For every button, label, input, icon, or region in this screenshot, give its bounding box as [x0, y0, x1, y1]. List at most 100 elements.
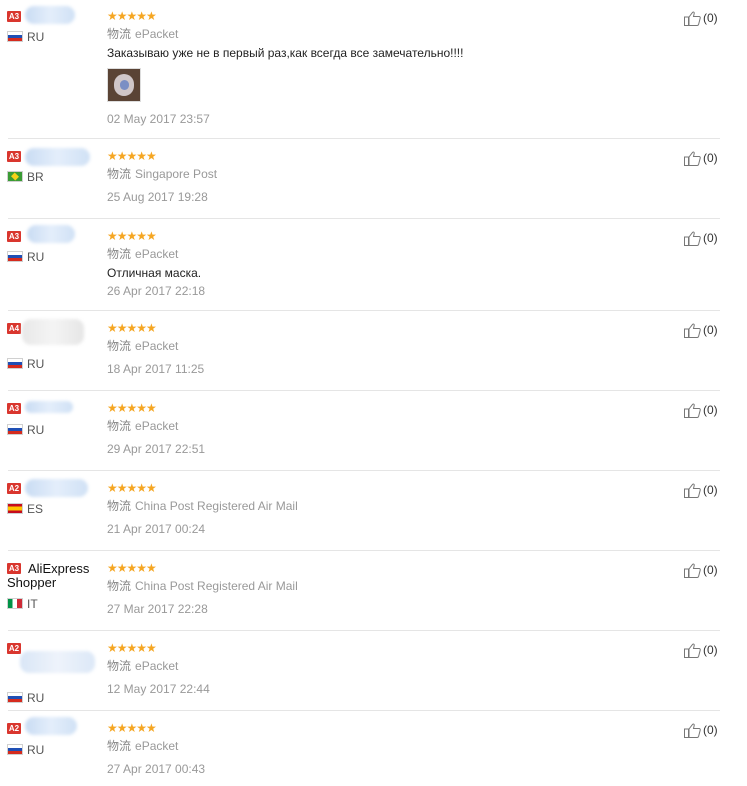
review-date: 25 Aug 2017 19:28: [107, 190, 208, 204]
buyer-name-obscured: [27, 225, 75, 243]
buyer-level-badge: A3: [7, 403, 21, 414]
star-rating: ★★★★★: [107, 401, 157, 415]
buyer-name-obscured: [25, 401, 73, 413]
buyer-name-obscured: [25, 479, 88, 497]
logistics-label: 物流: [107, 339, 132, 353]
thumbs-up-icon: [684, 643, 701, 658]
logistics-info: 物流 China Post Registered Air Mail: [107, 579, 298, 593]
logistics-label: 物流: [107, 167, 132, 181]
buyer-country: RU: [27, 423, 45, 437]
logistics-info: 物流 ePacket: [107, 339, 178, 353]
buyer-level-badge: A3: [7, 11, 21, 22]
logistics-info: 物流 ePacket: [107, 739, 178, 753]
buyer-name-obscured: [25, 717, 77, 735]
logistics-method: China Post Registered Air Mail: [135, 579, 298, 593]
review-date: 26 Apr 2017 22:18: [107, 284, 206, 298]
star-rating: ★★★★★: [107, 149, 157, 163]
useful-button[interactable]: (0): [684, 150, 718, 166]
logistics-info: 物流 ePacket: [107, 27, 178, 41]
review-item: A3 AliExpress Shopper IT ★★★★★ 物流 China P…: [0, 551, 747, 631]
buyer-name-obscured: [22, 319, 84, 345]
country-flag-icon: [7, 598, 23, 609]
logistics-label: 物流: [107, 247, 132, 261]
star-rating: ★★★★★: [107, 561, 157, 575]
logistics-label: 物流: [107, 27, 132, 41]
useful-button[interactable]: (0): [684, 402, 718, 418]
buyer-country: RU: [27, 743, 45, 757]
country-flag-icon: [7, 692, 23, 703]
star-rating: ★★★★★: [107, 9, 157, 23]
useful-count: (0): [703, 403, 718, 417]
logistics-method: China Post Registered Air Mail: [135, 499, 298, 513]
review-item: A3 RU ★★★★★ 物流 ePacket Заказываю уже не в…: [0, 0, 747, 139]
country-flag-icon: [7, 251, 23, 262]
logistics-method: ePacket: [135, 339, 179, 353]
star-rating: ★★★★★: [107, 481, 157, 495]
buyer-name-obscured: [25, 148, 90, 166]
country-flag-icon: [7, 358, 23, 369]
review-item: A2 RU ★★★★★ 物流 ePacket 27 Apr 2017 00:43 …: [0, 711, 747, 786]
thumbs-up-icon: [684, 151, 701, 166]
review-date: 18 Apr 2017 11:25: [107, 362, 205, 376]
review-item: A3 BR ★★★★★ 物流 Singapore Post 25 Aug 2017…: [0, 139, 747, 219]
logistics-label: 物流: [107, 419, 132, 433]
logistics-method: Singapore Post: [135, 167, 218, 181]
logistics-info: 物流 ePacket: [107, 419, 178, 433]
useful-count: (0): [703, 723, 718, 737]
useful-button[interactable]: (0): [684, 10, 718, 26]
thumbs-up-icon: [684, 723, 701, 738]
useful-button[interactable]: (0): [684, 322, 718, 338]
useful-button[interactable]: (0): [684, 482, 718, 498]
country-flag-icon: [7, 744, 23, 755]
buyer-country: RU: [27, 30, 45, 44]
logistics-label: 物流: [107, 659, 132, 673]
buyer-name: AliExpress Shopper: [7, 561, 90, 590]
star-rating: ★★★★★: [107, 321, 157, 335]
buyer-level-badge: A4: [7, 323, 21, 334]
review-date: 12 May 2017 22:44: [107, 682, 210, 696]
useful-button[interactable]: (0): [684, 230, 718, 246]
review-item: A3 RU ★★★★★ 物流 ePacket Отличная маска. 26…: [0, 219, 747, 311]
logistics-label: 物流: [107, 499, 132, 513]
logistics-label: 物流: [107, 579, 132, 593]
useful-button[interactable]: (0): [684, 562, 718, 578]
review-item: A2 RU ★★★★★ 物流 ePacket 12 May 2017 22:44 …: [0, 631, 747, 711]
buyer-level-badge: A2: [7, 723, 21, 734]
country-flag-icon: [7, 171, 23, 182]
logistics-method: ePacket: [135, 739, 179, 753]
country-flag-icon: [7, 31, 23, 42]
thumbs-up-icon: [684, 563, 701, 578]
review-photo-thumbnail[interactable]: [107, 68, 141, 102]
review-comment: Заказываю уже не в первый раз,как всегда…: [107, 46, 464, 60]
review-date: 21 Apr 2017 00:24: [107, 522, 206, 536]
buyer-country: IT: [27, 597, 38, 611]
review-item: A2 ES ★★★★★ 物流 China Post Registered Air …: [0, 471, 747, 551]
review-item: A3 RU ★★★★★ 物流 ePacket 29 Apr 2017 22:51 …: [0, 391, 747, 471]
useful-count: (0): [703, 11, 718, 25]
review-date: 02 May 2017 23:57: [107, 112, 210, 126]
logistics-info: 物流 ePacket: [107, 247, 178, 261]
logistics-info: 物流 ePacket: [107, 659, 178, 673]
review-date: 27 Apr 2017 00:43: [107, 762, 206, 776]
useful-count: (0): [703, 563, 718, 577]
buyer-level-badge: A2: [7, 643, 21, 654]
useful-count: (0): [703, 231, 718, 245]
logistics-info: 物流 Singapore Post: [107, 167, 217, 181]
useful-button[interactable]: (0): [684, 722, 718, 738]
star-rating: ★★★★★: [107, 229, 157, 243]
star-rating: ★★★★★: [107, 721, 157, 735]
thumbs-up-icon: [684, 323, 701, 338]
buyer-country: RU: [27, 250, 45, 264]
thumbs-up-icon: [684, 403, 701, 418]
thumbs-up-icon: [684, 11, 701, 26]
buyer-name-obscured: [20, 651, 95, 673]
review-item: A4 RU ★★★★★ 物流 ePacket 18 Apr 2017 11:25 …: [0, 311, 747, 391]
logistics-info: 物流 China Post Registered Air Mail: [107, 499, 298, 513]
buyer-country: ES: [27, 502, 44, 516]
useful-count: (0): [703, 151, 718, 165]
thumbs-up-icon: [684, 231, 701, 246]
logistics-method: ePacket: [135, 27, 179, 41]
logistics-method: ePacket: [135, 419, 179, 433]
useful-button[interactable]: (0): [684, 642, 718, 658]
review-date: 27 Mar 2017 22:28: [107, 602, 208, 616]
